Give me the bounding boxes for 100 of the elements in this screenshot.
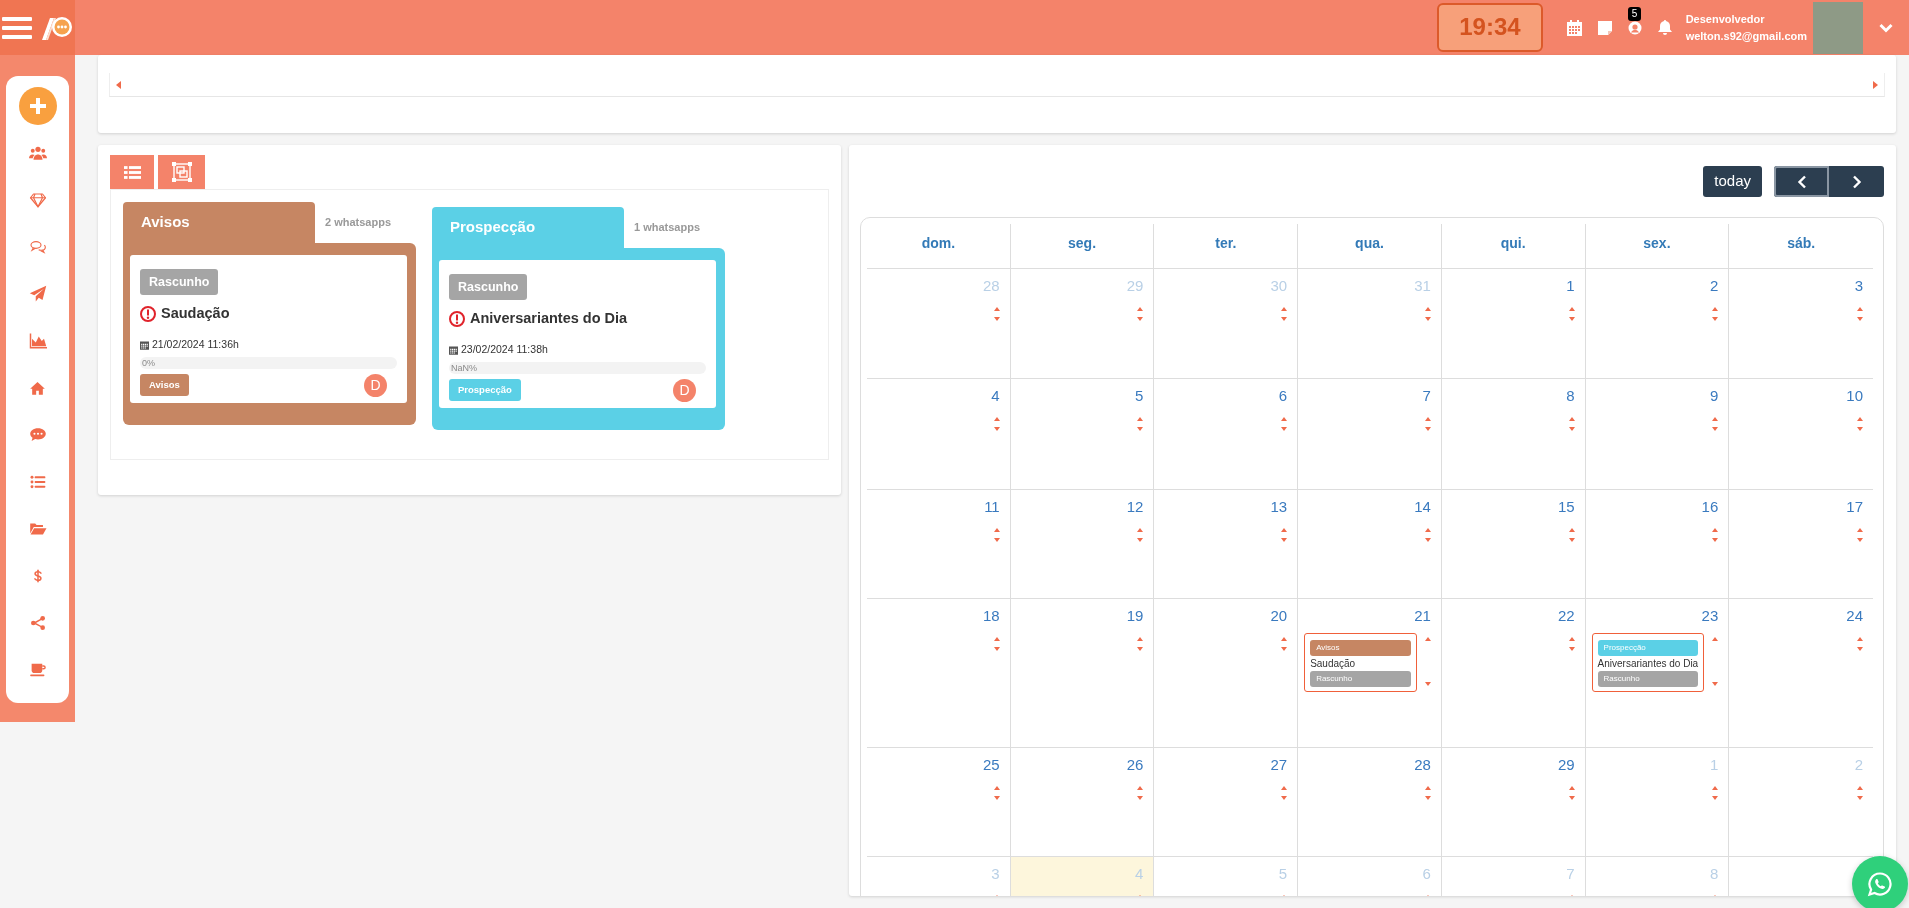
day-cell[interactable]: 7 [1298,379,1442,490]
day-cell[interactable]: 21 Avisos Saudação Rascunho [1298,599,1442,748]
cup-icon[interactable] [28,661,47,678]
down-arrow-icon[interactable] [1712,682,1719,686]
up-arrow-icon[interactable] [1424,528,1431,532]
up-arrow-icon[interactable] [1424,786,1431,790]
down-arrow-icon[interactable] [1857,538,1863,542]
up-arrow-icon[interactable] [1137,786,1144,790]
day-cell[interactable]: 28 [1298,748,1442,857]
home-icon[interactable] [29,379,46,396]
day-cell[interactable]: 10 [1729,379,1873,490]
down-arrow-icon[interactable] [1568,317,1575,321]
down-arrow-icon[interactable] [1424,317,1431,321]
list-icon[interactable] [28,473,47,490]
up-arrow-icon[interactable] [1857,637,1863,641]
up-arrow-icon[interactable] [1857,528,1863,532]
day-cell[interactable]: 24 [1729,599,1873,748]
down-arrow-icon[interactable] [1424,427,1431,431]
up-arrow-icon[interactable] [1281,786,1288,790]
up-arrow-icon[interactable] [1424,637,1431,641]
down-arrow-icon[interactable] [993,538,1000,542]
chevron-down-icon[interactable] [1879,22,1893,33]
day-cell[interactable]: 25 [867,748,1011,857]
share-icon[interactable] [29,614,46,631]
down-arrow-icon[interactable] [993,427,1000,431]
day-cell[interactable]: 16 [1585,490,1730,599]
down-arrow-icon[interactable] [993,317,1000,321]
day-cell[interactable]: 8 [1441,379,1586,490]
down-arrow-icon[interactable] [1712,427,1719,431]
speech-bubble-icon[interactable] [28,426,47,443]
up-arrow-icon[interactable] [993,307,1000,311]
down-arrow-icon[interactable] [1137,427,1144,431]
down-arrow-icon[interactable] [1137,317,1144,321]
down-arrow-icon[interactable] [1857,647,1863,651]
up-arrow-icon[interactable] [1857,786,1863,790]
day-cell[interactable]: 4 [867,379,1011,490]
down-arrow-icon[interactable] [1281,796,1288,800]
down-arrow-icon[interactable] [1568,796,1575,800]
down-arrow-icon[interactable] [993,796,1000,800]
up-arrow-icon[interactable] [1137,528,1144,532]
up-arrow-icon[interactable] [1281,417,1288,421]
up-arrow-icon[interactable] [1712,307,1719,311]
day-cell[interactable]: 5 [1010,379,1155,490]
up-arrow-icon[interactable] [1712,786,1719,790]
up-arrow-icon[interactable] [993,637,1000,641]
day-cell[interactable]: 13 [1154,490,1299,599]
whatsapp-button[interactable] [1852,856,1908,908]
down-arrow-icon[interactable] [993,647,1000,651]
down-arrow-icon[interactable] [1281,647,1288,651]
calendar-event[interactable]: Prospecção Aniversariantes do Dia Rascunho [1591,633,1705,692]
down-arrow-icon[interactable] [1424,682,1431,686]
up-arrow-icon[interactable] [1424,307,1431,311]
day-cell[interactable]: 18 [867,599,1011,748]
day-cell[interactable]: 23 Prospecção Aniversariantes do Dia Rascunho [1585,599,1730,748]
day-cell[interactable]: 29 [1441,748,1586,857]
up-arrow-icon[interactable] [1137,417,1144,421]
add-button[interactable] [18,86,57,125]
paper-plane-icon[interactable] [28,284,47,303]
down-arrow-icon[interactable] [1712,317,1719,321]
area-chart-icon[interactable] [27,331,48,350]
day-cell[interactable]: 6 [1154,379,1299,490]
up-arrow-icon[interactable] [993,528,1000,532]
down-arrow-icon[interactable] [1137,538,1144,542]
up-arrow-icon[interactable] [993,417,1000,421]
day-cell[interactable]: 22 [1441,599,1586,748]
down-arrow-icon[interactable] [1424,538,1431,542]
day-cell[interactable]: 3 [1729,269,1873,379]
down-arrow-icon[interactable] [1281,538,1288,542]
today-button[interactable]: today [1703,166,1762,197]
down-arrow-icon[interactable] [1857,427,1863,431]
day-cell[interactable]: 20 [1154,599,1299,748]
down-arrow-icon[interactable] [1857,796,1863,800]
diamond-icon[interactable] [27,190,48,209]
down-arrow-icon[interactable] [1424,796,1431,800]
day-cell[interactable]: 19 [1010,599,1155,748]
day-cell[interactable]: 17 [1729,490,1873,599]
up-arrow-icon[interactable] [1857,307,1863,311]
next-button[interactable] [1829,166,1884,197]
down-arrow-icon[interactable] [1712,538,1719,542]
up-arrow-icon[interactable] [1137,637,1144,641]
previous-button[interactable] [1774,166,1829,197]
day-cell[interactable]: 11 [867,490,1011,599]
up-arrow-icon[interactable] [1424,417,1431,421]
up-arrow-icon[interactable] [1712,528,1719,532]
right-arrow-icon[interactable] [1873,80,1878,89]
down-arrow-icon[interactable] [1568,647,1575,651]
menu-icon[interactable] [2,15,32,40]
up-arrow-icon[interactable] [1712,637,1719,641]
down-arrow-icon[interactable] [1568,538,1575,542]
user-circle-icon[interactable] [1627,20,1642,35]
calendar-icon[interactable] [1566,19,1582,36]
note-icon[interactable] [1597,20,1612,35]
left-arrow-icon[interactable] [116,80,121,89]
day-cell[interactable]: 27 [1154,748,1299,857]
up-arrow-icon[interactable] [1568,786,1575,790]
down-arrow-icon[interactable] [1281,317,1288,321]
bell-icon[interactable] [1657,20,1672,35]
down-arrow-icon[interactable] [1857,317,1863,321]
group-view-button[interactable] [158,155,205,189]
up-arrow-icon[interactable] [1568,307,1575,311]
